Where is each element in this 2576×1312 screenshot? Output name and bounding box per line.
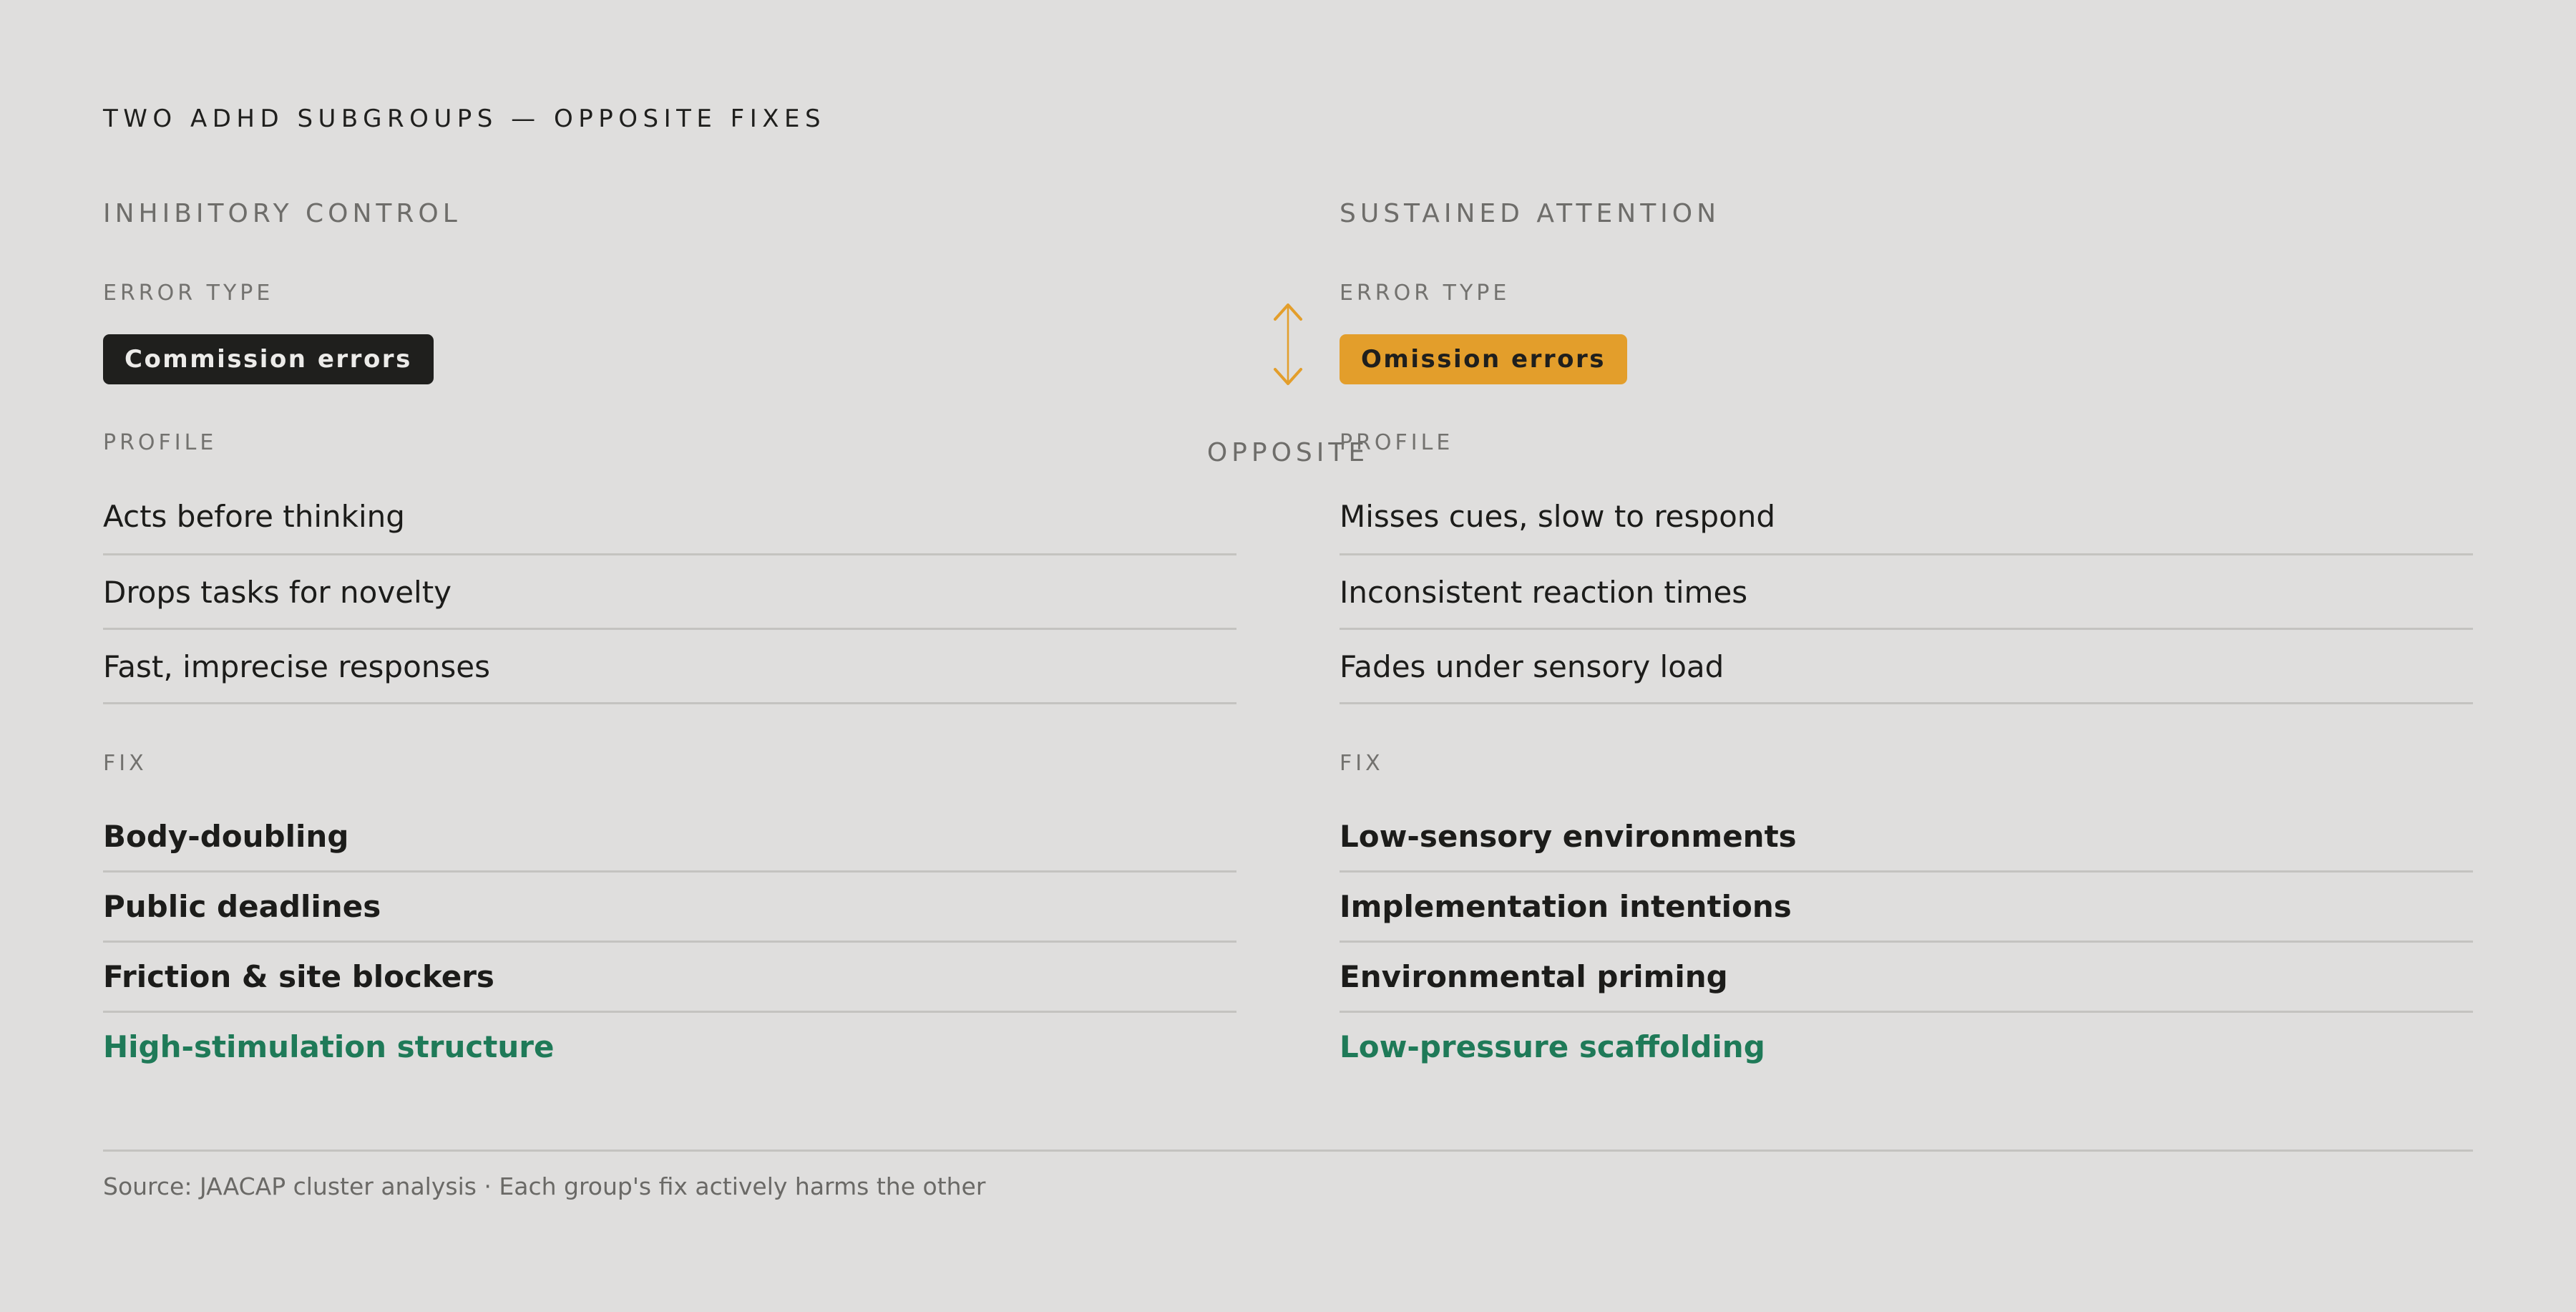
profile-item: Inconsistent reaction times: [1340, 557, 2473, 630]
fix-item-highlight: High-stimulation structure: [103, 1029, 555, 1064]
column-heading: SUSTAINED ATTENTION: [1340, 199, 1721, 228]
profile-label: PROFILE: [103, 430, 218, 455]
source-note: Source: JAACAP cluster analysis · Each g…: [103, 1172, 986, 1200]
profile-item: Fast, imprecise responses: [103, 631, 1236, 704]
fix-list: Low-sensory environments Implementation …: [1340, 802, 2473, 1083]
fix-item: Friction & site blockers: [103, 943, 1236, 1013]
sustained-attention-column: SUSTAINED ATTENTION ERROR TYPE Omission …: [1340, 0, 2473, 1145]
omission-errors-badge: Omission errors: [1340, 334, 1627, 384]
profile-item: Fades under sensory load: [1340, 631, 2473, 704]
fix-item: Public deadlines: [103, 873, 1236, 943]
fix-list: Body-doubling Public deadlines Friction …: [103, 802, 1236, 1083]
profile-label: PROFILE: [1340, 430, 1454, 455]
footer-divider: [103, 1150, 2473, 1152]
fix-item: Environmental priming: [1340, 943, 2473, 1013]
fix-item: Body-doubling: [103, 802, 1236, 873]
fix-item: Implementation intentions: [1340, 873, 2473, 943]
profile-list: Misses cues, slow to respond Inconsisten…: [1340, 481, 2473, 704]
error-type-label: ERROR TYPE: [103, 281, 274, 306]
profile-item: Drops tasks for novelty: [103, 557, 1236, 630]
fix-item: Low-sensory environments: [1340, 802, 2473, 873]
fix-label: FIX: [103, 751, 147, 776]
column-heading: INHIBITORY CONTROL: [103, 199, 462, 228]
inhibitory-control-column: INHIBITORY CONTROL ERROR TYPE Commission…: [103, 0, 1236, 1145]
profile-list: Acts before thinking Drops tasks for nov…: [103, 481, 1236, 704]
profile-item: Acts before thinking: [103, 481, 1236, 555]
commission-errors-badge: Commission errors: [103, 334, 434, 384]
error-type-label: ERROR TYPE: [1340, 281, 1511, 306]
fix-item-highlight: Low-pressure scaffolding: [1340, 1029, 1765, 1064]
double-arrow-icon: [1274, 303, 1302, 385]
fix-label: FIX: [1340, 751, 1384, 776]
profile-item: Misses cues, slow to respond: [1340, 481, 2473, 555]
